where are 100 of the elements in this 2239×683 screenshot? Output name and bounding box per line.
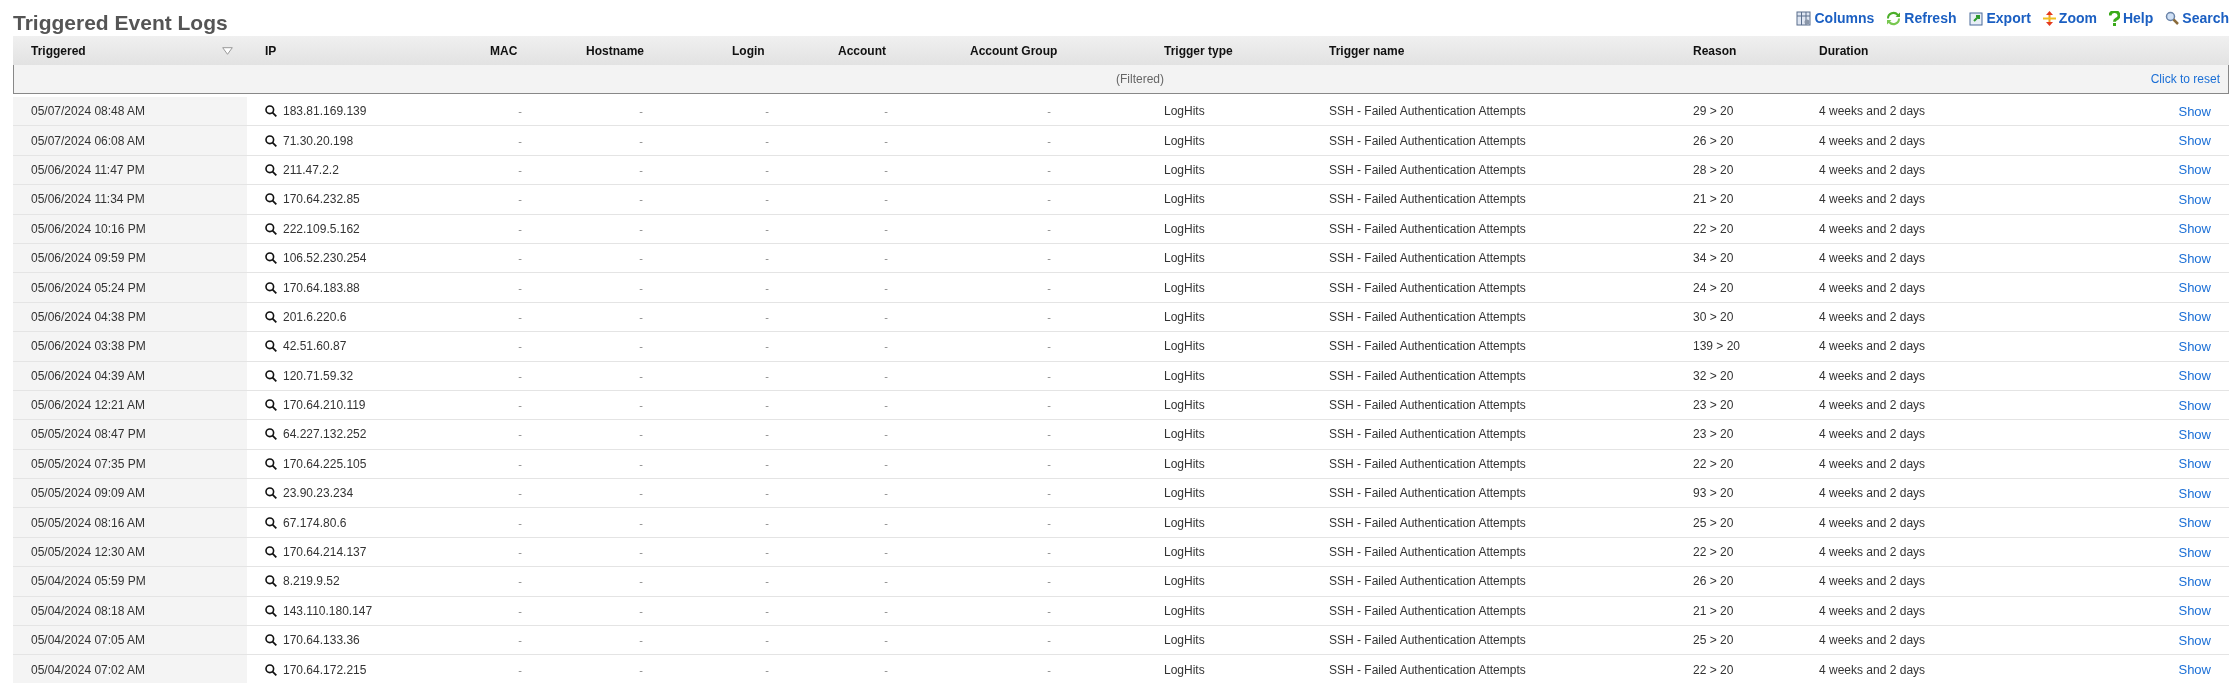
search-icon[interactable] xyxy=(265,516,277,529)
table-cell: 05/06/2024 03:38 PM xyxy=(31,339,146,354)
table-cell: - xyxy=(884,281,888,294)
column-header[interactable]: Trigger type xyxy=(1164,43,1233,58)
show-link[interactable]: Show xyxy=(2178,221,2211,237)
table-cell: - xyxy=(765,369,769,382)
show-link[interactable]: Show xyxy=(2178,603,2211,619)
table-cell: 71.30.20.198 xyxy=(283,133,354,148)
search-icon[interactable] xyxy=(265,193,277,206)
table-cell: - xyxy=(884,663,888,676)
search-icon[interactable] xyxy=(265,634,277,647)
column-header[interactable]: Triggered xyxy=(31,43,86,58)
table-cell: 05/05/2024 09:09 AM xyxy=(31,486,146,501)
search-icon[interactable] xyxy=(265,105,277,118)
show-link[interactable]: Show xyxy=(2178,515,2211,531)
table-cell: SSH - Failed Authentication Attempts xyxy=(1329,545,1526,560)
show-link[interactable]: Show xyxy=(2178,544,2211,560)
table-cell: SSH - Failed Authentication Attempts xyxy=(1329,633,1526,648)
table-cell: - xyxy=(518,457,522,470)
table-cell: SSH - Failed Authentication Attempts xyxy=(1329,398,1526,413)
search-icon[interactable] xyxy=(265,457,277,470)
table-cell: SSH - Failed Authentication Attempts xyxy=(1329,309,1526,324)
show-link[interactable]: Show xyxy=(2178,250,2211,266)
show-link[interactable]: Show xyxy=(2178,485,2211,501)
column-header[interactable]: Hostname xyxy=(586,43,644,58)
table-cell: - xyxy=(518,663,522,676)
search-icon[interactable] xyxy=(265,399,277,412)
search-icon[interactable] xyxy=(265,252,277,265)
search-icon[interactable] xyxy=(265,369,277,382)
table-cell: - xyxy=(884,163,888,176)
table-cell: - xyxy=(765,105,769,118)
toolbar-link[interactable]: Help xyxy=(2108,10,2154,26)
search-icon[interactable] xyxy=(265,134,277,147)
column-header[interactable]: Login xyxy=(732,43,765,58)
show-link[interactable]: Show xyxy=(2178,397,2211,413)
table-cell: 05/05/2024 08:47 PM xyxy=(31,427,146,442)
search-icon[interactable] xyxy=(265,604,277,617)
column-header[interactable]: Reason xyxy=(1693,43,1737,58)
table-cell: - xyxy=(1047,369,1051,382)
table-cell: - xyxy=(518,310,522,323)
search-icon[interactable] xyxy=(265,310,277,323)
table-cell: - xyxy=(518,163,522,176)
table-cell: 4 weeks and 2 days xyxy=(1819,398,1926,413)
show-link[interactable]: Show xyxy=(2178,280,2211,296)
column-header[interactable]: IP xyxy=(265,43,277,58)
toolbar-link[interactable]: Columns xyxy=(1796,10,1875,26)
search-icon[interactable] xyxy=(265,546,277,559)
search-icon[interactable] xyxy=(265,340,277,353)
show-link[interactable]: Show xyxy=(2178,103,2211,119)
table-cell: LogHits xyxy=(1164,104,1205,119)
table-cell: - xyxy=(639,663,643,676)
toolbar-link[interactable]: Refresh xyxy=(1886,10,1957,26)
column-header[interactable]: Duration xyxy=(1819,43,1869,58)
search-icon[interactable] xyxy=(265,663,277,676)
show-link[interactable]: Show xyxy=(2178,456,2211,472)
table-cell: - xyxy=(639,163,643,176)
table-cell: - xyxy=(765,281,769,294)
table-cell: 4 weeks and 2 days xyxy=(1819,545,1926,560)
column-header[interactable]: Account xyxy=(838,43,886,58)
table-cell: - xyxy=(884,310,888,323)
table-cell: - xyxy=(884,399,888,412)
reset-link[interactable]: Click to reset xyxy=(2150,72,2220,86)
column-header[interactable]: Account Group xyxy=(970,43,1058,58)
search-icon[interactable] xyxy=(265,222,277,235)
show-link[interactable]: Show xyxy=(2178,427,2211,442)
table-cell: 05/06/2024 10:16 PM xyxy=(31,221,146,236)
table-cell: - xyxy=(1047,516,1051,529)
toolbar-link[interactable]: Zoom xyxy=(2042,10,2097,26)
table-cell: - xyxy=(639,134,643,147)
show-link[interactable]: Show xyxy=(2178,309,2211,325)
toolbar-link[interactable]: Export xyxy=(1968,10,2031,26)
table-cell: - xyxy=(518,428,522,441)
column-header[interactable]: Trigger name xyxy=(1329,43,1405,58)
table-cell: 05/06/2024 04:39 AM xyxy=(31,368,146,383)
table-cell: - xyxy=(765,163,769,176)
table-cell: 05/04/2024 07:02 AM xyxy=(31,662,146,677)
search-icon[interactable] xyxy=(265,575,277,588)
search-icon[interactable] xyxy=(265,281,277,294)
show-link[interactable]: Show xyxy=(2178,632,2211,648)
show-link[interactable]: Show xyxy=(2178,573,2211,589)
vertical-arrows-icon xyxy=(2042,10,2056,26)
show-link[interactable]: Show xyxy=(2178,162,2211,178)
table-cell: - xyxy=(639,105,643,118)
table-cell: 211.47.2.2 xyxy=(283,162,339,177)
search-icon[interactable] xyxy=(265,428,277,441)
toolbar-link[interactable]: Search xyxy=(2165,10,2229,26)
search-icon[interactable] xyxy=(265,163,277,176)
table-cell: 4 weeks and 2 days xyxy=(1819,251,1926,266)
show-link[interactable]: Show xyxy=(2178,338,2211,354)
table-cell: SSH - Failed Authentication Attempts xyxy=(1329,603,1526,618)
table-cell: SSH - Failed Authentication Attempts xyxy=(1329,456,1526,471)
search-icon[interactable] xyxy=(265,487,277,500)
column-header[interactable]: MAC xyxy=(490,43,518,58)
show-link[interactable]: Show xyxy=(2178,368,2211,384)
show-link[interactable]: Show xyxy=(2178,191,2211,207)
table-columns-icon xyxy=(1796,10,1812,26)
show-link[interactable]: Show xyxy=(2178,133,2211,149)
table-cell: - xyxy=(518,546,522,559)
show-link[interactable]: Show xyxy=(2178,662,2211,678)
table-cell: - xyxy=(1047,546,1051,559)
